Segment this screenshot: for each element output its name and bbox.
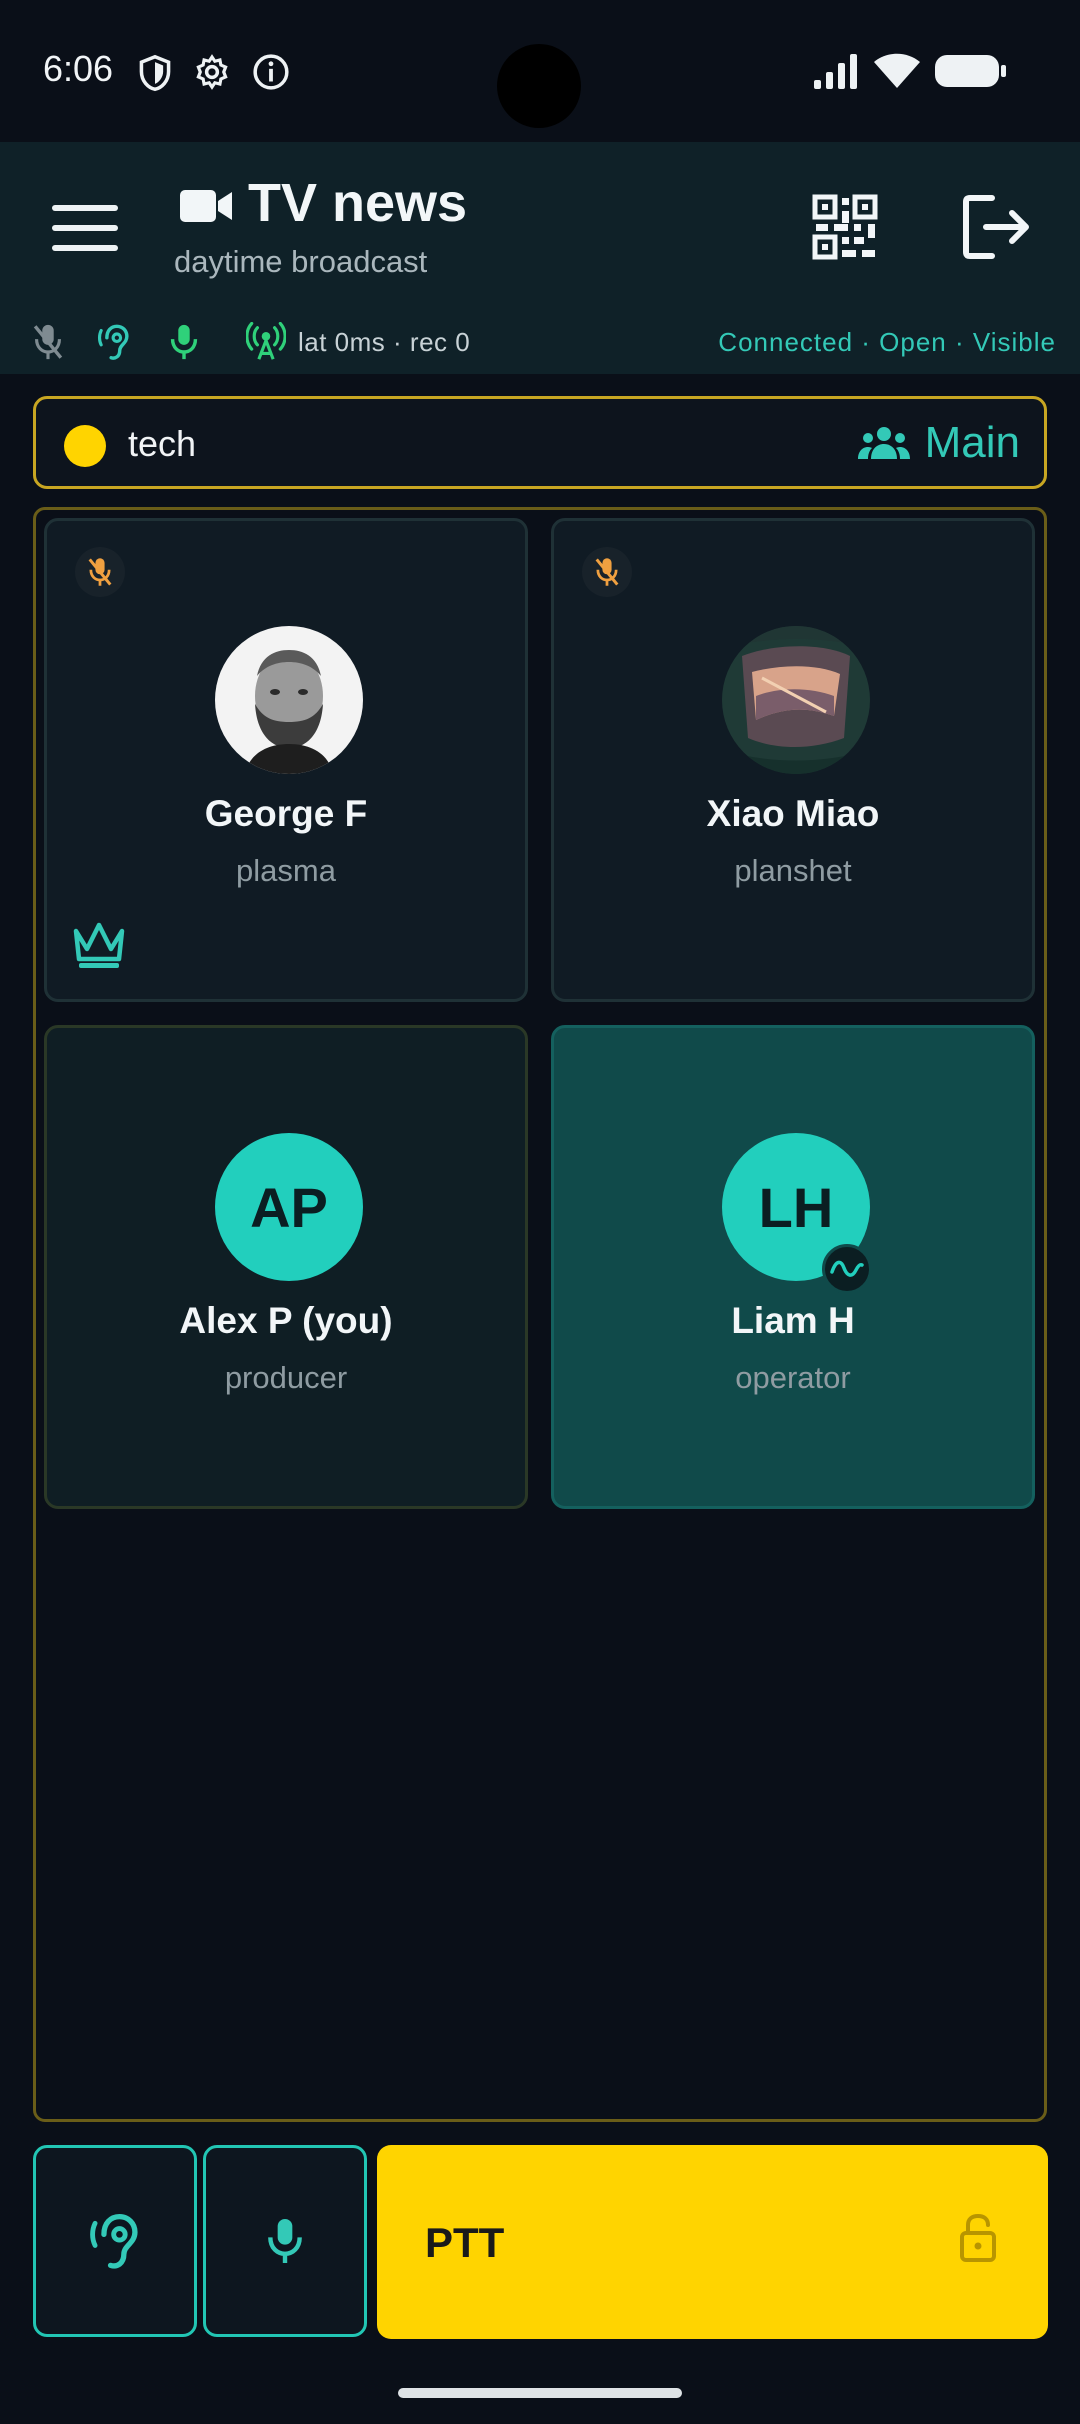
push-to-talk-button[interactable]: PTT [377,2145,1048,2339]
shield-icon [139,54,171,92]
exit-icon[interactable] [962,194,1032,260]
group-selector[interactable]: Main [857,415,1020,471]
mic-icon [170,324,198,360]
participant-card-self[interactable]: AP Alex P (you) producer [44,1025,528,1509]
participant-grid: George F plasma Xiao Miao planshet AP Al… [33,507,1047,2122]
clock: 6:06 [43,48,114,89]
hearing-icon [90,2213,138,2269]
ptt-label: PTT [425,2219,505,2266]
mic-icon [268,2219,302,2263]
latency-text: lat 0ms · rec 0 [298,327,471,357]
lock-open-icon[interactable] [958,2213,998,2263]
mic-toggle-button[interactable] [203,2145,367,2337]
info-icon [253,54,289,90]
broadcast-icon [246,322,286,360]
participant-card[interactable]: George F plasma [44,518,528,1002]
participant-name: Alex P (you) [179,1300,393,1341]
participant-role: operator [735,1360,851,1395]
hearing-icon [97,324,129,360]
wifi-icon [874,53,920,88]
channel-color-dot [64,425,106,467]
channel-bar[interactable]: tech Main [33,396,1047,489]
battery-icon [935,55,1006,87]
mic-off-icon [88,558,112,586]
waveform-icon [830,1260,864,1277]
participant-name: Liam H [731,1300,855,1341]
mic-off-icon [33,324,63,360]
muted-badge [75,547,125,597]
speaking-indicator [822,1244,872,1294]
home-indicator[interactable] [398,2388,682,2398]
channel-name: tech [128,423,197,464]
connection-status: Connected · Open · Visible [718,327,1056,357]
page-subtitle: daytime broadcast [174,244,428,279]
participant-role: planshet [734,853,852,888]
participant-card[interactable]: Xiao Miao planshet [551,518,1035,1002]
video-icon [180,190,232,222]
participant-role: producer [224,1360,348,1395]
participant-name: Xiao Miao [706,793,880,834]
crown-icon [73,922,125,968]
menu-button[interactable] [52,205,118,251]
status-bar: 6:06 [0,0,1080,142]
signal-icon [814,54,857,89]
page-title: TV news [248,173,468,233]
listen-toggle-button[interactable] [33,2145,197,2337]
gear-icon [196,54,228,90]
camera-cutout [497,44,581,128]
group-label: Main [924,418,1020,467]
participant-name: George F [204,793,368,834]
menu-icon [52,205,118,211]
group-icon [857,427,910,459]
avatar [722,626,870,774]
avatar [215,626,363,774]
mic-off-icon [595,558,619,586]
qr-code-icon[interactable] [812,194,878,260]
avatar: AP [215,1133,363,1281]
participant-role: plasma [236,853,336,888]
muted-badge [582,547,632,597]
participant-card-speaking[interactable]: LH Liam H operator [551,1025,1035,1509]
